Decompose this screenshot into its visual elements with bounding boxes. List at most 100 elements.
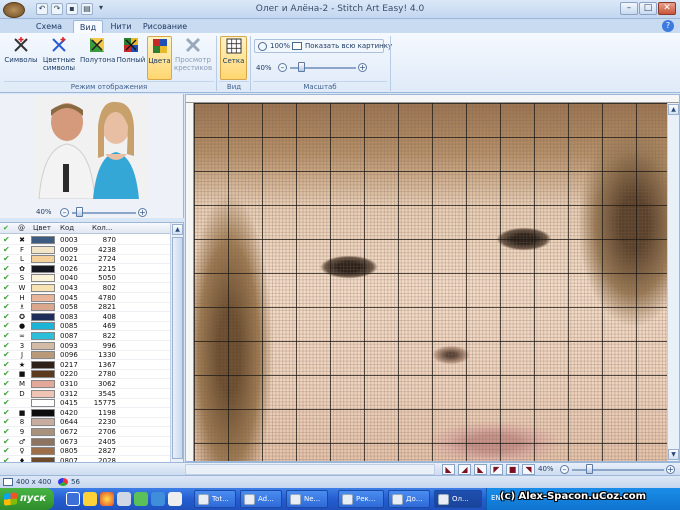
canvas-zoom-thumb[interactable] [586, 464, 593, 474]
pattern-canvas[interactable]: ▲ ▼ [185, 94, 680, 462]
row-check-icon[interactable]: ✔ [3, 389, 10, 399]
row-check-icon[interactable]: ✔ [3, 341, 10, 351]
row-check-icon[interactable]: ✔ [3, 283, 10, 293]
taskbar-item-rek[interactable]: Рек... [338, 490, 384, 508]
code-column-header[interactable]: Код [60, 224, 74, 232]
preview-zoom-in-icon[interactable]: + [138, 208, 147, 217]
backstitch-tool-icon[interactable]: ◤ [490, 464, 503, 475]
row-check-icon[interactable]: ✔ [3, 312, 10, 322]
row-check-icon[interactable]: ✔ [3, 321, 10, 331]
preview-photo[interactable] [35, 96, 148, 199]
row-check-icon[interactable]: ✔ [3, 417, 10, 427]
palette-row[interactable]: ✔ ✖ 0003 870 [0, 235, 170, 245]
tab-scheme[interactable]: Схема [34, 20, 64, 33]
fill-tool-icon[interactable]: ■ [506, 464, 519, 475]
canvas-zoom-in-icon[interactable]: + [666, 465, 675, 474]
eraser-tool-icon[interactable]: ◥ [522, 464, 535, 475]
palette-row[interactable]: ✔ D 0312 3545 [0, 389, 170, 399]
half-stitch-tool-icon[interactable]: ◢ [458, 464, 471, 475]
palette-row[interactable]: ✔ ■ 0420 1198 [0, 408, 170, 418]
ribbon-zoom-out-icon[interactable]: – [278, 63, 287, 72]
palette-row[interactable]: ✔ 8 0644 2230 [0, 417, 170, 428]
palette-row[interactable]: ✔ ♀ 0805 2827 [0, 446, 170, 457]
row-check-icon[interactable]: ✔ [3, 273, 10, 283]
row-check-icon[interactable]: ✔ [3, 408, 10, 418]
full-button[interactable]: Полный [116, 36, 146, 80]
zoom-100-button[interactable]: 100% [270, 42, 290, 50]
color-column-header[interactable]: Цвет [33, 224, 51, 232]
taskbar-item-ne[interactable]: Ne... [286, 490, 328, 508]
quicklaunch-explorer-icon[interactable] [83, 492, 97, 506]
canvas-vertical-scrollbar[interactable]: ▲ ▼ [667, 103, 679, 461]
row-check-icon[interactable]: ✔ [3, 446, 10, 456]
row-check-icon[interactable]: ✔ [3, 264, 10, 274]
palette-row[interactable]: ✔ ● 0085 469 [0, 321, 170, 332]
palette-row[interactable]: ✔ S 0040 5050 [0, 273, 170, 284]
ribbon-zoom-in-icon[interactable]: + [358, 63, 367, 72]
color-symbols-button[interactable]: Цветные символы [40, 36, 78, 80]
stitch-tool-icon[interactable]: ◣ [442, 464, 455, 475]
palette-row[interactable]: ✔ J 0096 1330 [0, 350, 170, 361]
row-check-icon[interactable]: ✔ [3, 437, 10, 447]
row-check-icon[interactable]: ✔ [3, 235, 10, 245]
show-all-button[interactable]: Показать всю картинку [305, 42, 392, 50]
start-button[interactable]: пуск [0, 488, 54, 510]
quicklaunch-browser-icon[interactable] [100, 492, 114, 506]
palette-row[interactable]: ✔ L 0021 2724 [0, 254, 170, 265]
tab-threads[interactable]: Нити [108, 20, 134, 33]
taskbar-item-ol-active[interactable]: Ол... [434, 490, 482, 508]
quicklaunch-app-icon[interactable] [117, 492, 131, 506]
taskbar-item-ad[interactable]: Ad... [240, 490, 282, 508]
palette-row[interactable]: ✔ 0415 15775 [0, 398, 170, 409]
help-icon[interactable]: ? [662, 20, 674, 32]
canvas-scroll-down-icon[interactable]: ▼ [668, 449, 679, 460]
quicklaunch-desktop-icon[interactable] [66, 492, 80, 506]
cross-preview-button[interactable]: Просмотр крестиков [174, 36, 212, 80]
quicklaunch-media-icon[interactable] [134, 492, 148, 506]
palette-row[interactable]: ✔ 9 0672 2706 [0, 427, 170, 437]
palette-row[interactable]: ✔ M 0310 3062 [0, 379, 170, 389]
row-check-icon[interactable]: ✔ [3, 331, 10, 341]
symbols-button[interactable]: Символы [4, 36, 38, 80]
minimize-button[interactable]: – [620, 2, 638, 15]
row-check-icon[interactable]: ✔ [3, 369, 10, 379]
cross-stitch-pattern[interactable] [194, 103, 669, 461]
row-check-icon[interactable]: ✔ [3, 293, 10, 303]
count-column-header[interactable]: Кол... [92, 224, 112, 232]
palette-row[interactable]: ✔ 3 0093 996 [0, 341, 170, 351]
palette-row[interactable]: ✔ ∞ 0087 822 [0, 331, 170, 341]
row-check-icon[interactable]: ✔ [3, 254, 10, 264]
symbol-column-header[interactable]: @ [18, 224, 25, 232]
palette-row[interactable]: ✔ ■ 0220 2780 [0, 369, 170, 380]
palette-scroll-thumb[interactable] [172, 237, 183, 459]
taskbar-item-total[interactable]: Tot... [194, 490, 236, 508]
maximize-button[interactable]: □ [639, 2, 657, 15]
palette-row[interactable]: ✔ ♗ 0058 2821 [0, 302, 170, 313]
quicklaunch-network-icon[interactable] [151, 492, 165, 506]
row-check-icon[interactable]: ✔ [3, 398, 10, 408]
taskbar-item-do[interactable]: До... [388, 490, 430, 508]
preview-zoom-out-icon[interactable]: – [60, 208, 69, 217]
canvas-zoom-out-icon[interactable]: – [560, 465, 569, 474]
grid-button[interactable]: Сетка [220, 36, 247, 80]
close-button[interactable]: ✕ [658, 2, 676, 15]
palette-scrollbar[interactable]: ▲ ▼ [170, 223, 183, 474]
palette-row[interactable]: ✔ H 0045 4780 [0, 293, 170, 303]
halftones-button[interactable]: Полутона [80, 36, 115, 80]
row-check-icon[interactable]: ✔ [3, 350, 10, 360]
row-check-icon[interactable]: ✔ [3, 245, 10, 255]
palette-row[interactable]: ✔ ♂ 0673 2405 [0, 437, 170, 447]
palette-row[interactable]: ✔ W 0043 802 [0, 283, 170, 293]
tab-drawing[interactable]: Рисование [142, 20, 188, 33]
row-check-icon[interactable]: ✔ [3, 302, 10, 312]
preview-zoom-thumb[interactable] [76, 207, 83, 217]
palette-row[interactable]: ✔ ✿ 0026 2215 [0, 264, 170, 274]
canvas-horizontal-scrollbar[interactable] [185, 464, 435, 475]
tab-view[interactable]: Вид [73, 20, 103, 33]
palette-row[interactable]: ✔ F 0009 4238 [0, 245, 170, 255]
palette-row[interactable]: ✔ ★ 0217 1367 [0, 360, 170, 370]
quarter-stitch-tool-icon[interactable]: ◣ [474, 464, 487, 475]
ribbon-zoom-thumb[interactable] [298, 62, 305, 72]
row-check-icon[interactable]: ✔ [3, 379, 10, 389]
canvas-scroll-up-icon[interactable]: ▲ [668, 104, 679, 115]
